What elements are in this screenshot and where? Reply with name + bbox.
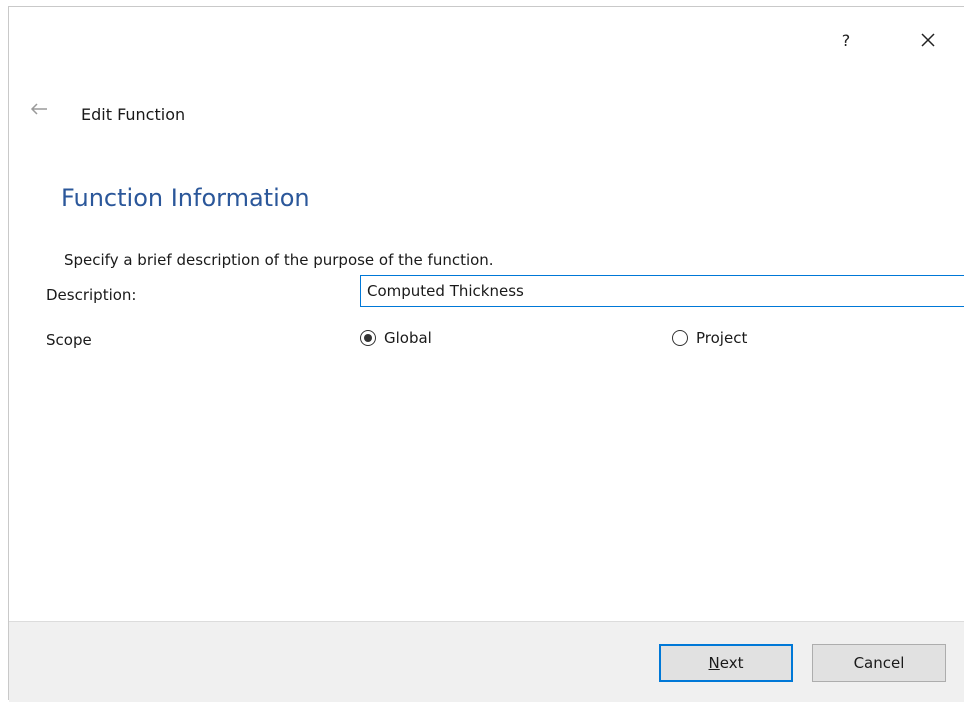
close-button[interactable] (913, 25, 943, 55)
radio-circle-unchecked[interactable] (672, 330, 688, 346)
close-icon (921, 33, 935, 47)
dialog-footer: Next Cancel (9, 621, 964, 702)
help-button[interactable]: ? (831, 25, 861, 55)
instructions-text: Specify a brief description of the purpo… (64, 251, 494, 269)
scope-option-label: Project (696, 329, 748, 347)
next-button[interactable]: Next (659, 644, 793, 682)
scope-radio-project[interactable]: Project (672, 329, 747, 347)
scope-option-label: Global (384, 329, 432, 347)
scope-label: Scope (46, 331, 92, 349)
description-input[interactable] (360, 275, 964, 307)
description-label: Description: (46, 286, 137, 304)
next-mnemonic: N (708, 654, 720, 672)
page-title: Edit Function (81, 105, 186, 124)
edit-function-dialog: ? Edit Function Function Information Spe… (8, 6, 964, 702)
help-label: ? (841, 30, 851, 50)
radio-circle-checked[interactable] (360, 330, 376, 346)
cancel-button[interactable]: Cancel (812, 644, 946, 682)
next-label-rest: ext (719, 654, 744, 672)
arrow-left-icon[interactable] (29, 101, 49, 117)
section-title: Function Information (61, 184, 310, 212)
scope-radio-global[interactable]: Global (360, 329, 432, 347)
